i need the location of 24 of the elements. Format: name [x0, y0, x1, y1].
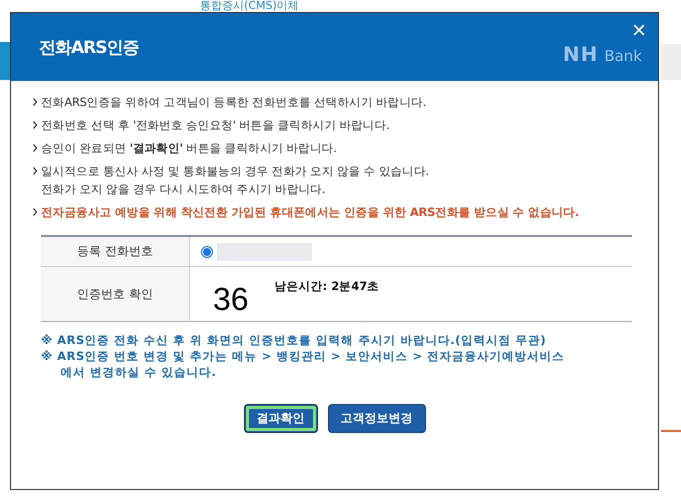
notice-text: 승인이 완료되면 '결과확인' 버튼을 클릭하시기 바랍니다.	[33, 139, 638, 157]
logo-text: Bank	[604, 47, 642, 65]
chevron-icon	[33, 144, 37, 152]
timer-text: 남은시간: 2분47초	[274, 278, 380, 294]
notice-text: 전화ARS인증을 위하여 고객님이 등록한 전화번호를 선택하시기 바랍니다.	[33, 93, 638, 111]
page-title: 통합증시(CMS)이체	[200, 0, 299, 12]
close-button[interactable]: ×	[632, 19, 646, 43]
notice-text: 일시적으로 통신사 사정 및 통화불능의 경우 전화가 오지 않을 수 있습니다. 전화가 오지 않을 경우 다시 시도하여 주시기 바랍니다.	[33, 162, 638, 198]
note-text: ※ ARS인증 번호 변경 및 추가는 메뉴 > 뱅킹관리 > 보안서비스 > 전자금융사기예방서비스 에서 변경하실 수 있습니다.	[41, 348, 566, 380]
notice-text: 전자금융사고 예방을 위해 착신전환 가입된 휴대폰에서는 인증을 위한 ARS전화를 받으실 수 없습니다.	[33, 203, 638, 221]
auth-code: 36	[213, 280, 249, 318]
dialog-title: 전화ARS인증	[39, 36, 138, 58]
radio-button[interactable]	[201, 246, 213, 258]
chevron-icon	[33, 167, 37, 175]
logo-mark: NH	[562, 42, 598, 66]
row-label: 인증번호 확인	[41, 266, 190, 322]
action-button[interactable]: 결과확인	[244, 404, 318, 433]
action-button[interactable]: 고객정보변경	[328, 404, 426, 433]
row-label: 등록 전화번호	[41, 236, 190, 266]
note-text: ※ ARS인증 전화 수신 후 위 화면의 인증번호를 입력해 주시기 바랍니다.(입력시점 무관)	[41, 332, 548, 348]
chevron-icon	[33, 208, 37, 216]
chevron-icon	[33, 98, 37, 106]
chevron-icon	[33, 121, 37, 129]
notice-text: 전화번호 선택 후 '전화번호 승인요청' 버튼을 클릭하시기 바랍니다.	[33, 116, 638, 134]
